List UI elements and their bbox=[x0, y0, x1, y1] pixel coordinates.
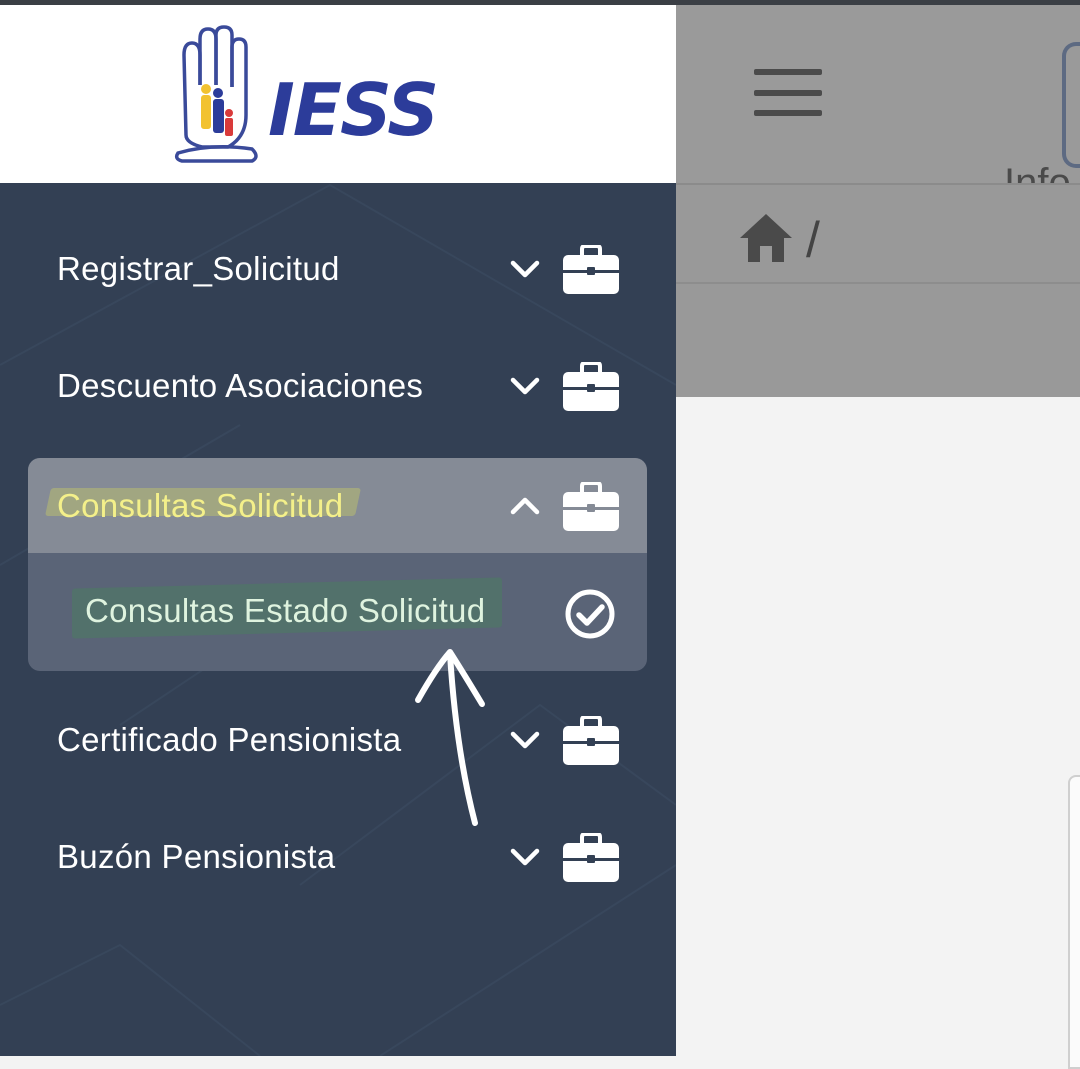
sidebar-item-label: Registrar_Solicitud bbox=[57, 250, 340, 287]
top-app-bar bbox=[676, 5, 1080, 183]
briefcase-icon bbox=[563, 716, 619, 765]
chevron-down-icon bbox=[510, 260, 540, 278]
chevron-up-icon bbox=[510, 497, 540, 515]
page-toolbar bbox=[676, 282, 1080, 398]
hamburger-menu-icon[interactable] bbox=[754, 69, 822, 117]
sidebar-item-label: Certificado Pensionista bbox=[57, 721, 402, 758]
sidebar-subitem-consultas-estado-solicitud[interactable]: Consultas Estado Solicitud bbox=[28, 553, 647, 671]
content-card bbox=[1068, 775, 1080, 1069]
briefcase-icon bbox=[563, 245, 619, 294]
chevron-down-icon bbox=[510, 731, 540, 749]
iess-logo: IESS bbox=[174, 25, 439, 163]
breadcrumb bbox=[676, 183, 1080, 283]
sidebar-subitem-label: Consultas Estado Solicitud bbox=[85, 592, 486, 629]
chevron-down-icon bbox=[510, 377, 540, 395]
breadcrumb-separator: / bbox=[806, 212, 820, 268]
sidebar-item-certificado-pensionista[interactable]: Certificado Pensionista bbox=[28, 692, 647, 788]
logo-header: IESS bbox=[0, 5, 676, 183]
chevron-down-icon bbox=[510, 848, 540, 866]
home-icon[interactable] bbox=[738, 212, 794, 264]
briefcase-icon bbox=[563, 482, 619, 531]
sidebar-item-label: Buzón Pensionista bbox=[57, 838, 336, 875]
sidebar-item-descuento-asociaciones[interactable]: Descuento Asociaciones bbox=[28, 338, 647, 434]
logo-wordmark: IESS bbox=[268, 68, 437, 152]
sidebar-item-registrar-solicitud[interactable]: Registrar_Solicitud bbox=[28, 221, 647, 317]
sidebar-item-label: Descuento Asociaciones bbox=[57, 367, 424, 404]
sidebar-item-label: Consultas Solicitud bbox=[57, 487, 344, 524]
sidebar: IESS Registrar_Solicitud Descuento Asoci… bbox=[0, 5, 676, 1056]
sidebar-item-consultas-solicitud[interactable]: Consultas Solicitud bbox=[28, 458, 647, 553]
header-logo-partial bbox=[1062, 42, 1080, 168]
check-circle-icon bbox=[565, 589, 615, 639]
main-content bbox=[676, 397, 1080, 1056]
sidebar-group-consultas-solicitud: Consultas Solicitud Consultas Estado Sol… bbox=[28, 458, 647, 671]
sidebar-item-buzon-pensionista[interactable]: Buzón Pensionista bbox=[28, 809, 647, 905]
briefcase-icon bbox=[563, 362, 619, 411]
briefcase-icon bbox=[563, 833, 619, 882]
